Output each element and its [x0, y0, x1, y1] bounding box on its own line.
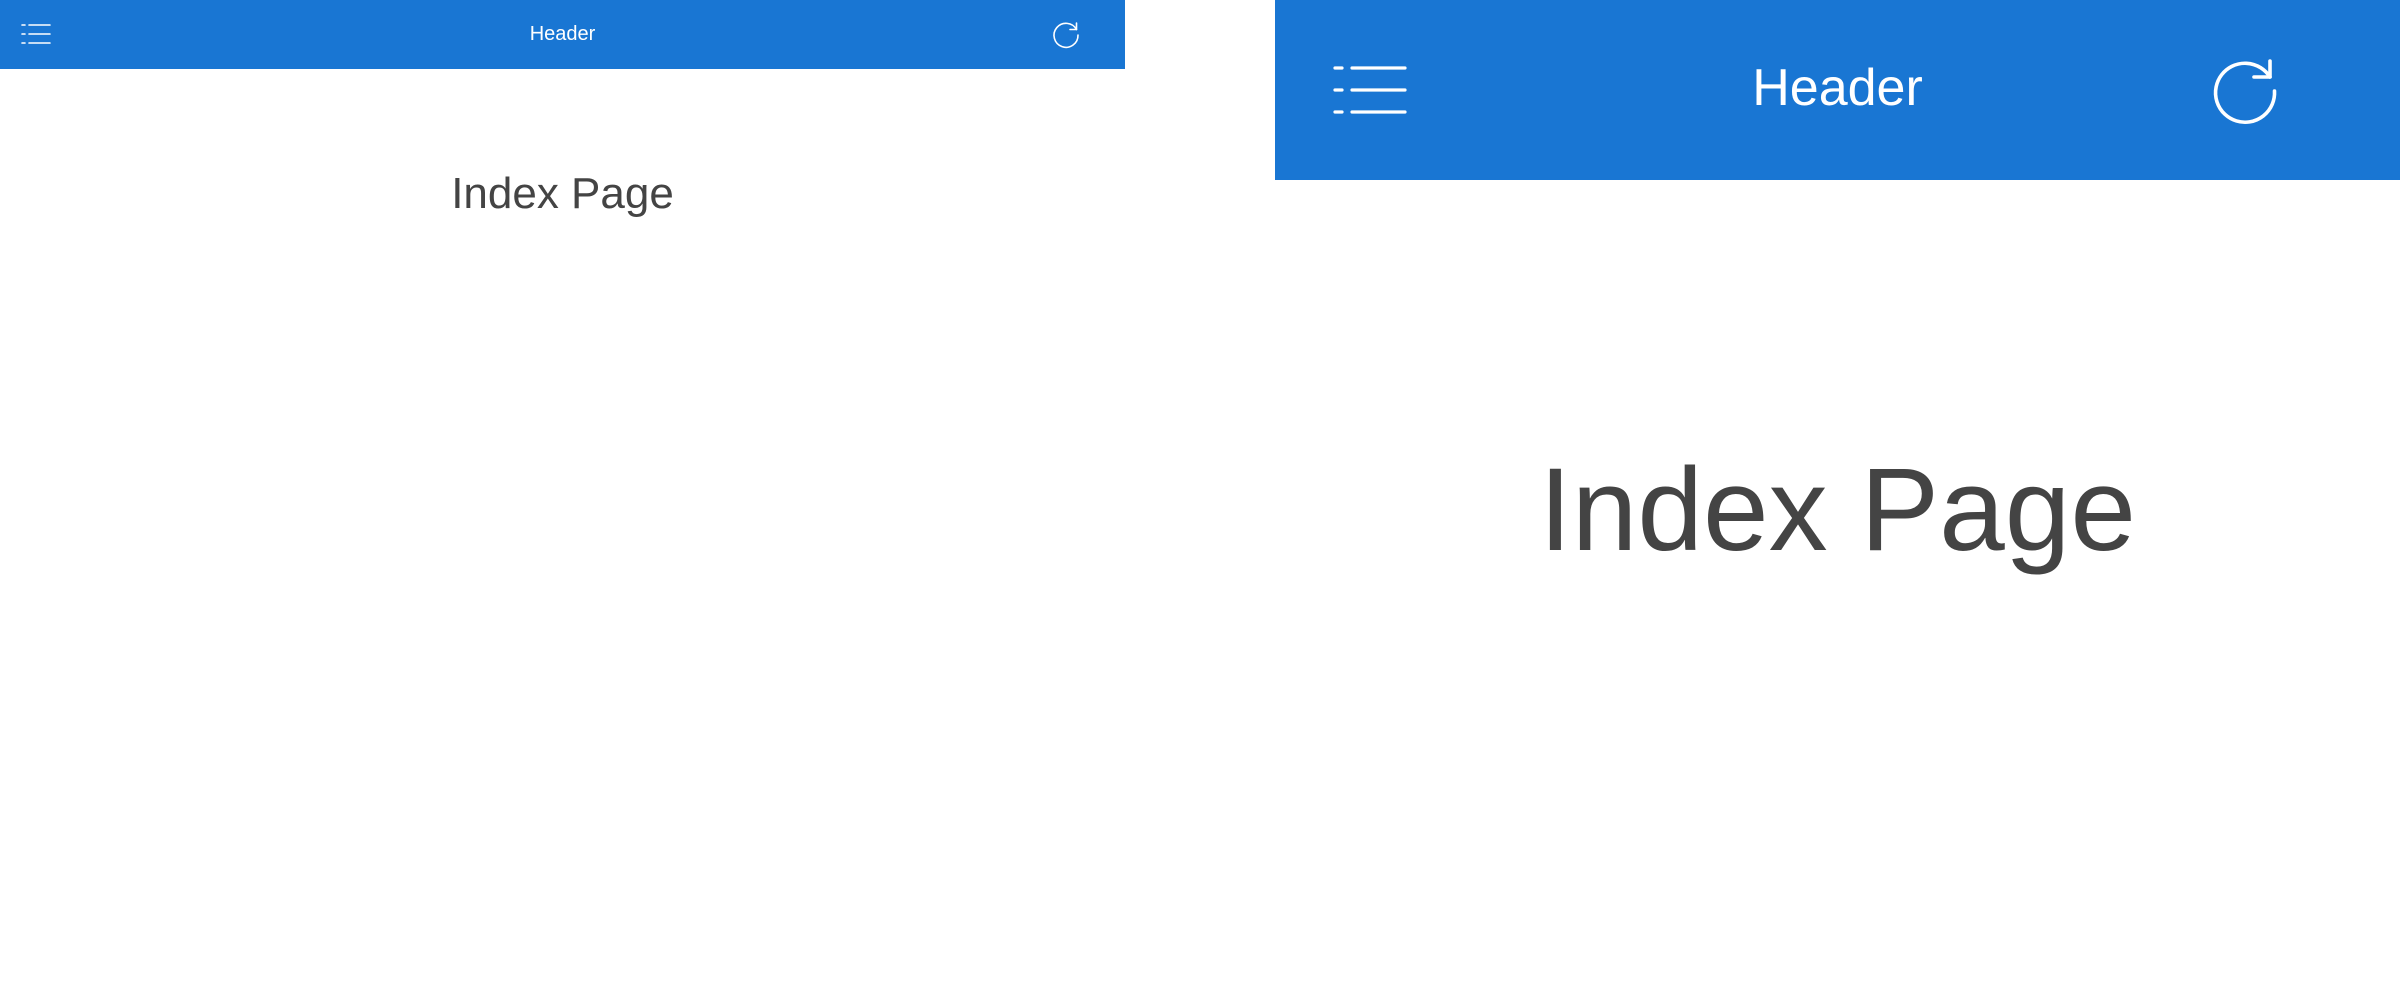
page-title: Index Page — [451, 169, 674, 218]
header-title: Header — [529, 23, 596, 45]
app-header: Header — [0, 0, 1125, 69]
refresh-icon — [1053, 22, 1079, 49]
page-title: Index Page — [1538, 444, 2137, 576]
app-header: Header — [1275, 0, 2400, 180]
refresh-button[interactable] — [1051, 20, 1081, 50]
screenshot-stage: Header Index Page Header Index Page — [0, 0, 2400, 1000]
refresh-button[interactable] — [2209, 55, 2281, 127]
app-screen-small: Header Index Page — [0, 0, 1125, 1000]
app-screen-large: Header Index Page — [1275, 0, 2400, 1000]
refresh-icon — [2213, 59, 2277, 125]
